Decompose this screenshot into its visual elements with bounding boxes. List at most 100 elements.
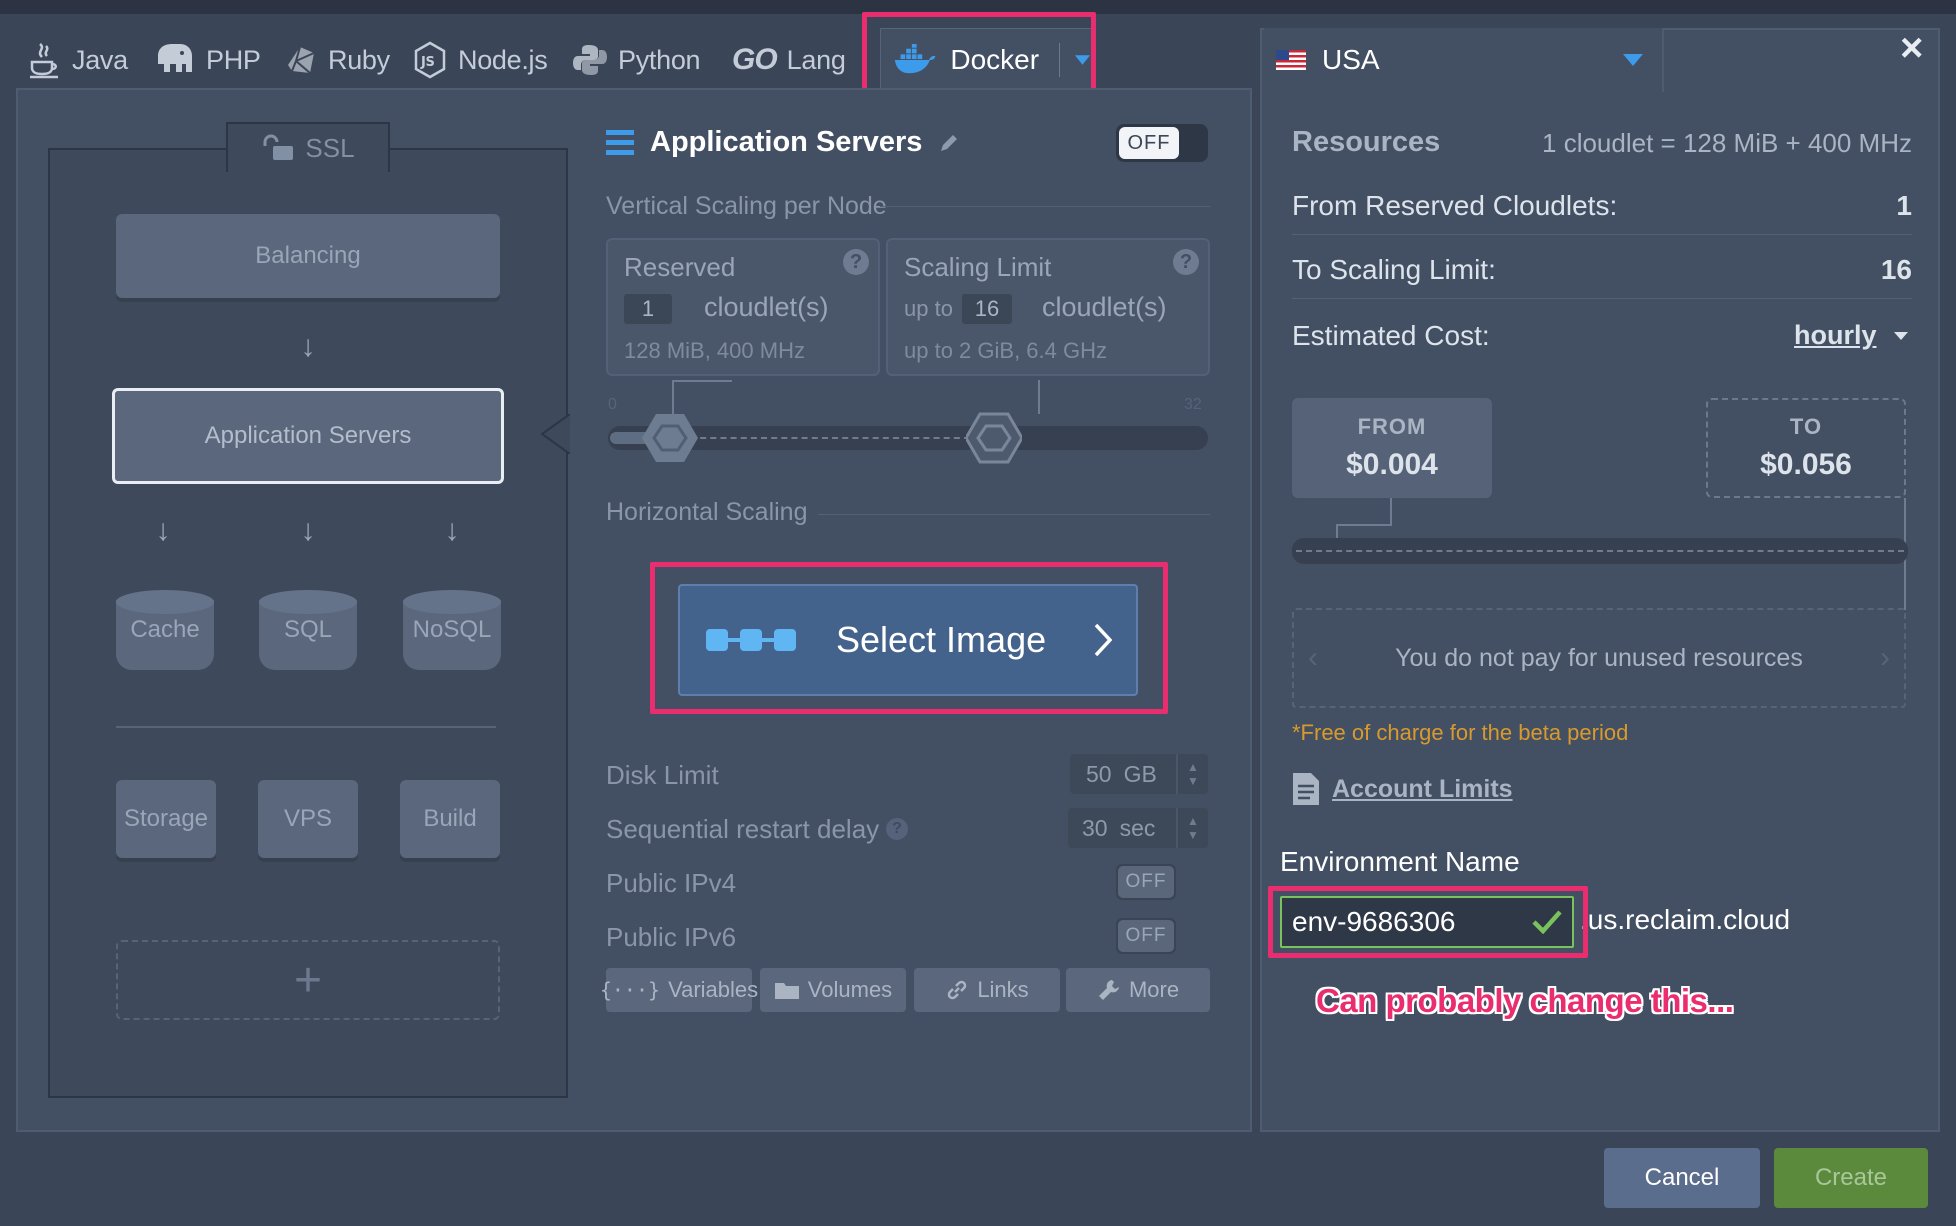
chevron-left-icon[interactable]: ‹ [1308, 641, 1318, 675]
link-icon [948, 980, 967, 1000]
info-carousel: ‹ You do not pay for unused resources › [1292, 608, 1906, 708]
create-button[interactable]: Create [1774, 1148, 1928, 1208]
more-label: More [1128, 977, 1180, 1002]
app-servers-header: Application Servers [606, 126, 960, 159]
svg-text:JS: JS [420, 55, 435, 70]
restart-delay-unit: sec [1119, 814, 1156, 841]
cost-to-value: $0.056 [1760, 448, 1852, 481]
tab-python[interactable]: Python [572, 32, 701, 88]
to-scaling-value: 16 [1880, 254, 1912, 285]
arrow-down-icon: ↓ [300, 330, 316, 363]
cost-to-box: TO $0.056 [1706, 398, 1906, 498]
row-rule [1292, 234, 1912, 235]
links-button[interactable]: Links [914, 968, 1060, 1012]
to-scaling-label: To Scaling Limit: [1292, 254, 1496, 285]
public-ipv6-toggle[interactable]: OFF [1116, 918, 1176, 954]
cancel-button[interactable]: Cancel [1604, 1148, 1760, 1208]
environment-domain: .us.reclaim.cloud [1580, 904, 1791, 935]
disk-limit-spinner[interactable]: 50 GB ▲ ▼ [1070, 754, 1208, 794]
tab-php[interactable]: PHP [152, 32, 261, 88]
tab-java[interactable]: Java [26, 32, 128, 88]
spinner-arrows-icon[interactable]: ▲ ▼ [1176, 808, 1208, 848]
scaling-detail: up to 2 GiB, 6.4 GHz [904, 338, 1107, 363]
app-servers-node-label: Application Servers [204, 422, 412, 449]
horizontal-scaling-label: Horizontal Scaling [606, 498, 808, 526]
cache-node[interactable]: Cache [116, 590, 214, 678]
public-ipv4-toggle[interactable]: OFF [1116, 864, 1176, 900]
build-label: Build [423, 805, 477, 832]
reserved-handle-icon[interactable] [642, 412, 698, 464]
variables-button[interactable]: {···} Variables [600, 968, 758, 1012]
restart-delay-label: Sequential restart delay [606, 814, 880, 844]
account-limits-link[interactable]: Account Limits [1292, 772, 1513, 806]
chevron-right-icon[interactable]: › [1880, 641, 1890, 675]
app-servers-node[interactable]: Application Servers [112, 388, 504, 484]
balancing-label: Balancing [255, 242, 361, 269]
arrow-down-icon: ↓ [300, 514, 316, 547]
ssl-toggle[interactable]: SSL [226, 122, 390, 172]
reserved-detail: 128 MiB, 400 MHz [624, 338, 805, 363]
scaling-unit: cloudlet(s) [1042, 292, 1167, 322]
tab-nodejs-label: Node.js [458, 44, 548, 75]
add-node-button[interactable]: + [116, 940, 500, 1020]
close-icon[interactable]: × [1900, 26, 1923, 71]
chevron-down-icon [1893, 331, 1908, 340]
vps-node[interactable]: VPS [258, 780, 358, 858]
connector-line [1336, 524, 1392, 526]
tab-go[interactable]: GO Lang [732, 32, 846, 88]
vps-label: VPS [283, 805, 333, 832]
links-label: Links [977, 977, 1029, 1002]
account-limits-label: Account Limits [1332, 774, 1513, 803]
estimated-cost-label: Estimated Cost: [1292, 320, 1490, 351]
scaling-limit-title: Scaling Limit [904, 252, 1052, 282]
arrow-down-icon: ↓ [155, 514, 171, 547]
cost-period-dropdown[interactable]: hourly [1794, 320, 1909, 351]
sql-node[interactable]: SQL [259, 590, 357, 678]
variables-label: Variables [668, 977, 759, 1002]
dropdown-caret-icon[interactable] [1622, 53, 1644, 67]
balancing-node[interactable]: Balancing [116, 214, 500, 298]
reserved-title: Reserved [624, 252, 736, 282]
help-icon[interactable]: ? [1173, 249, 1199, 275]
scaling-limit-handle-icon[interactable] [966, 412, 1022, 464]
connector-line [1390, 498, 1392, 526]
slider-min-label: 0 [608, 396, 617, 413]
annotation-note: Can probably change this... [1316, 982, 1734, 1019]
build-node[interactable]: Build [400, 780, 500, 858]
tab-nodejs[interactable]: JS Node.js [412, 32, 548, 88]
environment-name-label: Environment Name [1280, 846, 1520, 877]
toggle-label: OFF [1118, 920, 1174, 952]
tab-java-label: Java [72, 44, 128, 75]
cost-from-box: FROM $0.004 [1292, 398, 1492, 498]
connector-line [672, 380, 674, 416]
tab-go-label: Lang [786, 44, 846, 75]
pointer-notch-icon [540, 414, 570, 454]
volumes-button[interactable]: Volumes [760, 968, 906, 1012]
storage-node[interactable]: Storage [116, 780, 216, 858]
arrow-down-icon: ↓ [444, 514, 460, 547]
unlock-icon [263, 134, 294, 160]
unused-resources-note: You do not pay for unused resources [1395, 643, 1803, 672]
tab-php-label: PHP [206, 44, 261, 75]
region-selector[interactable]: USA [1264, 28, 1664, 92]
nosql-node[interactable]: NoSQL [403, 590, 501, 678]
cancel-label: Cancel [1644, 1164, 1720, 1191]
more-button[interactable]: More [1066, 968, 1210, 1012]
reserved-cloudlets-input[interactable]: 1 [624, 294, 672, 324]
connector-line [1038, 380, 1040, 414]
tab-ruby-label: Ruby [328, 44, 390, 75]
help-icon[interactable]: ? [843, 249, 869, 275]
app-servers-toggle[interactable]: OFF [1116, 124, 1208, 162]
cache-label: Cache [130, 616, 200, 643]
connector-line [672, 380, 732, 382]
spinner-arrows-icon[interactable]: ▲ ▼ [1176, 754, 1208, 794]
scaling-limit-input[interactable]: 16 [962, 294, 1012, 324]
row-rule [1292, 298, 1912, 299]
folder-icon [774, 983, 799, 999]
help-icon[interactable]: ? [886, 818, 908, 840]
from-reserved-label: From Reserved Cloudlets: [1292, 190, 1618, 221]
restart-delay-spinner[interactable]: 30 sec ▲ ▼ [1068, 808, 1208, 848]
edit-pencil-icon[interactable] [938, 132, 960, 154]
cost-to-label: TO [1789, 414, 1823, 439]
tab-ruby[interactable]: Ruby [284, 32, 390, 88]
